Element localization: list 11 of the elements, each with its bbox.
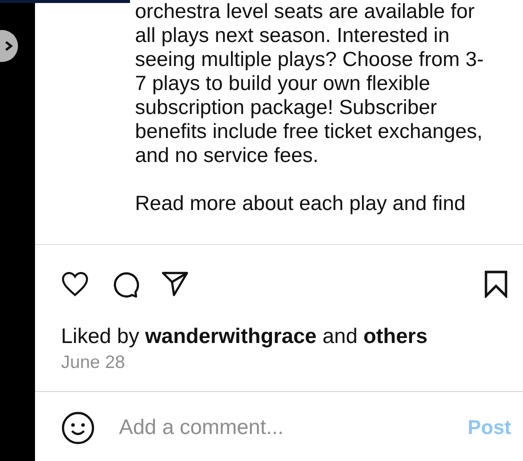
post-date: June 28	[61, 352, 126, 373]
caption-text: orchestra level seats are available for all plays next season. Interested in seeing multiple plays? Choose from 3-7 plays to build your own flexible subscription package! Subscriber benefits include free ticket exchanges, and no service fees.	[135, 0, 485, 168]
comment-field[interactable]: Add a comment...	[119, 416, 444, 440]
send-icon[interactable]	[161, 270, 189, 298]
caption-text: Read more about each play and find	[135, 192, 467, 216]
bookmark-icon[interactable]	[483, 270, 509, 298]
emoji-icon[interactable]	[61, 411, 95, 445]
chevron-right-icon	[4, 41, 14, 51]
likes-text: Liked by wanderwithgrace and others	[61, 325, 429, 349]
heart-icon[interactable]	[61, 271, 89, 297]
comment-icon[interactable]	[111, 270, 139, 298]
